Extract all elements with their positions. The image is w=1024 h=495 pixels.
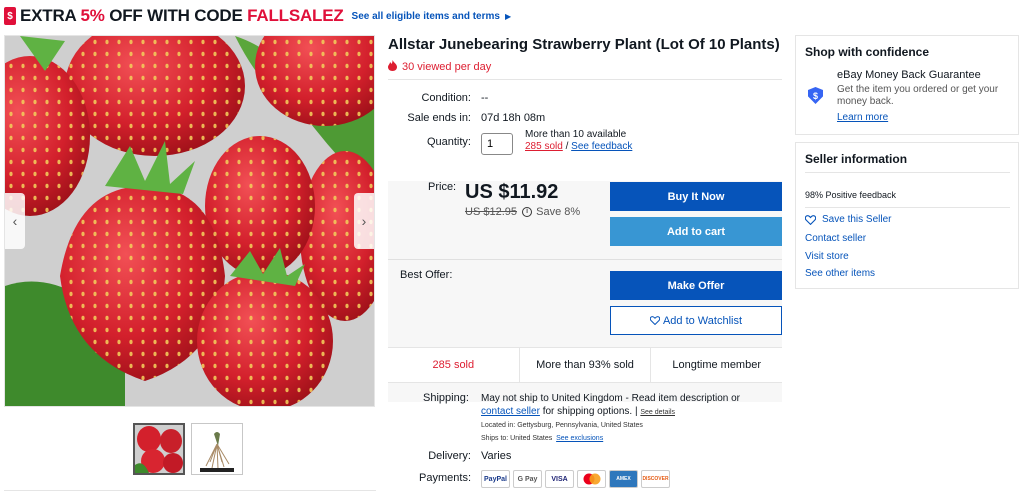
divider	[388, 259, 782, 260]
payment-methods: PayPal G Pay VISA AMEX DISCOVER	[481, 470, 670, 488]
located-in: Located in: Gettysburg, Pennsylvania, Un…	[481, 422, 643, 429]
shop-with-confidence-card: Shop with confidence $ eBay Money Back G…	[795, 35, 1019, 135]
ships-to: Ships to: United States See exclusions	[481, 435, 604, 442]
viewed-badge: 30 viewed per day	[388, 60, 782, 74]
prev-image-button[interactable]: ‹	[5, 193, 25, 249]
next-image-button[interactable]: ›	[354, 193, 374, 249]
divider	[805, 207, 1010, 208]
contact-seller-sidebar-link[interactable]: Contact seller	[805, 233, 866, 244]
bare-root-thumb-image	[192, 424, 242, 474]
divider	[388, 79, 782, 80]
item-title: Allstar Junebearing Strawberry Plant (Lo…	[388, 36, 780, 53]
item-stats: 285 sold More than 93% sold Longtime mem…	[388, 347, 782, 383]
contact-seller-link[interactable]: contact seller	[481, 406, 540, 417]
availability-text: More than 10 available	[525, 129, 627, 140]
confidence-title: Shop with confidence	[805, 45, 930, 59]
savings-text: Save 8%	[536, 206, 581, 218]
buy-it-now-button[interactable]: Buy It Now	[610, 182, 782, 211]
shipping-label: Shipping:	[423, 392, 469, 404]
guarantee-description: Get the item you ordered or get your mon…	[837, 84, 999, 107]
original-price: US $12.95 i Save 8%	[465, 206, 580, 218]
best-offer-label: Best Offer:	[400, 269, 453, 281]
seller-info-title: Seller information	[805, 152, 908, 166]
listing-details: Allstar Junebearing Strawberry Plant (Lo…	[388, 35, 782, 488]
strawberries-image	[5, 36, 374, 406]
visa-icon: VISA	[545, 470, 574, 488]
see-eligible-items-link[interactable]: See all eligible items and terms	[352, 11, 500, 22]
promo-text: EXTRA 5% OFF WITH CODE FALLSALEZ	[20, 6, 344, 25]
promo-percent: 5%	[80, 6, 105, 25]
price-box: Price: US $11.92 US $12.95 i Save 8% Buy…	[388, 181, 782, 402]
see-other-items-link[interactable]: See other items	[805, 268, 875, 279]
stat-percent-sold: More than 93% sold	[520, 348, 652, 382]
heart-icon	[805, 214, 816, 225]
paypal-icon: PayPal	[481, 470, 510, 488]
seller-feedback: 98% Positive feedback	[805, 190, 897, 200]
quantity-label: Quantity:	[426, 136, 471, 148]
thumbnail-bare-root[interactable]	[191, 423, 243, 475]
price-label: Price:	[428, 181, 457, 193]
quantity-input[interactable]	[481, 133, 513, 155]
condition-label: Condition:	[421, 92, 471, 104]
see-exclusions-link[interactable]: See exclusions	[556, 435, 603, 442]
stat-longtime-member: Longtime member	[672, 359, 761, 371]
save-seller-link[interactable]: Save this Seller	[805, 214, 891, 225]
fire-icon	[388, 60, 397, 74]
see-feedback-link[interactable]: See feedback	[571, 141, 632, 152]
promo-banner: $ EXTRA 5% OFF WITH CODE FALLSALEZ See a…	[4, 4, 511, 28]
money-back-shield-icon: $	[808, 87, 823, 104]
promo-code: FALLSALEZ	[247, 6, 344, 25]
viewed-text: 30 viewed per day	[402, 61, 492, 73]
thumbnail-strawberries[interactable]	[133, 423, 185, 475]
was-price: US $12.95	[465, 206, 517, 218]
see-details-link[interactable]: See details	[640, 409, 675, 416]
learn-more-link[interactable]: Learn more	[837, 112, 888, 123]
price-value: US $11.92	[465, 181, 559, 203]
info-icon[interactable]: i	[522, 207, 533, 218]
watchlist-label: Add to Watchlist	[662, 314, 743, 327]
mastercard-icon	[577, 470, 606, 488]
condition-value: --	[481, 92, 489, 104]
payments-label: Payments:	[419, 472, 471, 484]
google-pay-icon: G Pay	[513, 470, 542, 488]
amex-icon: AMEX	[609, 470, 638, 488]
stat-sold: 285 sold	[388, 348, 520, 382]
guarantee-title: eBay Money Back Guarantee	[837, 69, 981, 81]
price-tag-icon: $	[4, 7, 16, 25]
strawberries-thumb-image	[135, 425, 183, 473]
add-to-watchlist-button[interactable]: Add to Watchlist	[610, 306, 782, 335]
delivery-value: Varies	[481, 450, 512, 462]
discover-icon: DISCOVER	[641, 470, 670, 488]
delivery-label: Delivery:	[428, 450, 471, 462]
sale-ends-label: Sale ends in:	[407, 112, 471, 124]
gallery-divider	[4, 490, 376, 491]
heart-icon	[649, 316, 660, 325]
seller-information-card: Seller information 98% Positive feedback…	[795, 142, 1019, 289]
add-to-cart-button[interactable]: Add to cart	[610, 217, 782, 246]
sold-count-link[interactable]: 285 sold	[525, 141, 563, 152]
make-offer-button[interactable]: Make Offer	[610, 271, 782, 300]
visit-store-link[interactable]: Visit store	[805, 251, 849, 262]
shipping-text: May not ship to United Kingdom - Read it…	[481, 392, 781, 445]
divider	[805, 172, 1010, 173]
sale-ends-value: 07d 18h 08m	[481, 112, 546, 124]
arrow-right-icon: ▶	[504, 11, 512, 21]
thumbnail-strip	[133, 423, 243, 475]
availability-info: More than 10 available 285 sold / See fe…	[525, 129, 633, 152]
main-product-image[interactable]: ‹ ›	[4, 35, 375, 407]
